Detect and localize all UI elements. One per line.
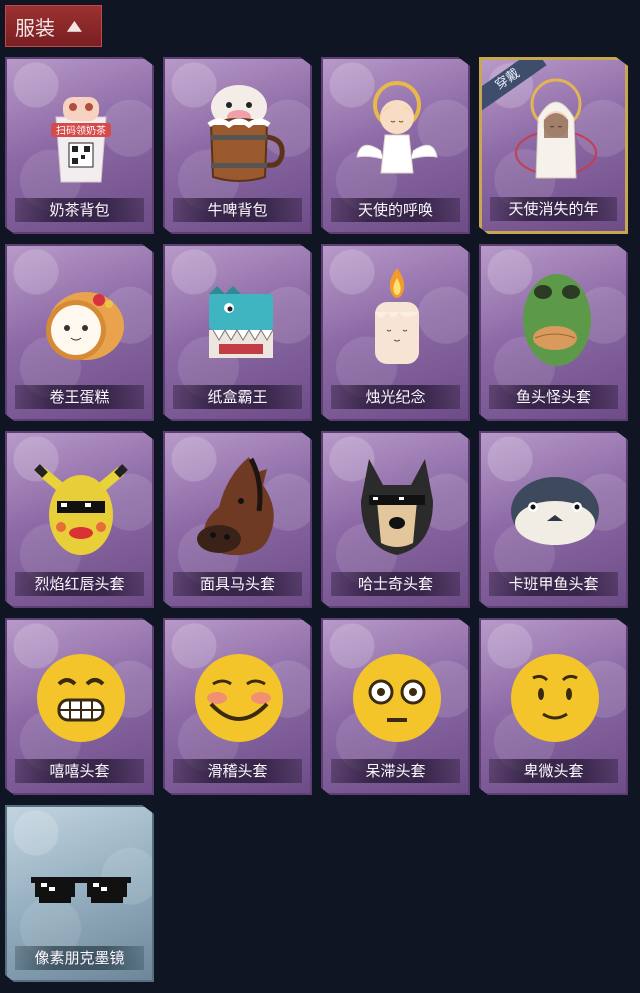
- costume-label: 卡班甲鱼头套: [489, 572, 618, 596]
- costume-card-pixel-sunglasses[interactable]: 像素朋克墨镜: [5, 805, 154, 982]
- costume-label: 嘻嘻头套: [15, 759, 144, 783]
- costume-card-cardboard-dino[interactable]: 纸盒霸王: [163, 244, 312, 421]
- costume-card-dazed[interactable]: 呆滞头套: [321, 618, 470, 795]
- costume-card-angel-vanished-year[interactable]: 穿戴 天使消失的年: [479, 57, 628, 234]
- red-lips-mask-icon: [34, 464, 128, 555]
- costume-label: 哈士奇头套: [331, 572, 460, 596]
- husky-head-mask-icon: [361, 459, 433, 555]
- costume-label: 卑微头套: [489, 759, 618, 783]
- cardboard-dinosaur-icon: [209, 286, 274, 358]
- costume-card-husky-head[interactable]: 哈士奇头套: [321, 431, 470, 608]
- pixel-sunglasses-icon: [31, 877, 131, 903]
- beer-barrel-backpack-icon: [207, 85, 285, 182]
- angel-vanished-year-icon: [515, 78, 597, 179]
- costume-label: 奶茶背包: [15, 198, 144, 222]
- milk-tea-backpack-icon: 扫码领奶茶: [51, 97, 111, 183]
- costume-label: 牛啤背包: [173, 198, 302, 222]
- costume-card-candle[interactable]: 烛光纪念: [321, 244, 470, 421]
- costume-label: 天使消失的年: [490, 197, 617, 221]
- costume-card-roll-cake[interactable]: 卷王蛋糕: [5, 244, 154, 421]
- costume-label: 卷王蛋糕: [15, 385, 144, 409]
- costume-card-fish-head[interactable]: 鱼头怪头套: [479, 244, 628, 421]
- roll-cake-icon: [46, 292, 124, 360]
- costume-card-humble[interactable]: 卑微头套: [479, 618, 628, 795]
- costume-card-angel-call[interactable]: 天使的呼唤: [321, 57, 470, 234]
- chevron-up-icon: ▲: [66, 18, 82, 34]
- costume-card-fish-bun[interactable]: 卡班甲鱼头套: [479, 431, 628, 608]
- costume-card-milk-tea-backpack[interactable]: 扫码领奶茶 奶茶背包: [5, 57, 154, 234]
- costume-card-beer-backpack[interactable]: 牛啤背包: [163, 57, 312, 234]
- fish-head-mask-icon: [523, 274, 591, 366]
- costume-label: 鱼头怪头套: [489, 385, 618, 409]
- costume-card-red-lips[interactable]: 烈焰红唇头套: [5, 431, 154, 608]
- costume-section-header[interactable]: 服装 ▲: [5, 5, 102, 47]
- horse-head-mask-icon: [197, 457, 274, 556]
- costume-label: 滑稽头套: [173, 759, 302, 783]
- costume-label: 纸盒霸王: [173, 385, 302, 409]
- cup-text: 扫码领奶茶: [56, 124, 106, 137]
- grinning-emoji-mask-icon: [37, 654, 125, 742]
- candle-icon: [375, 268, 419, 364]
- costume-label: 像素朋克墨镜: [15, 946, 144, 970]
- costume-label: 呆滞头套: [331, 759, 460, 783]
- costume-card-smirk[interactable]: 滑稽头套: [163, 618, 312, 795]
- smirk-emoji-mask-icon: [195, 654, 283, 742]
- costume-card-horse-head[interactable]: 面具马头套: [163, 431, 312, 608]
- costume-grid: 扫码领奶茶 奶茶背包 牛啤背包 天使的呼唤 穿戴 天使消失的年 卷王蛋糕 纸盒霸…: [5, 57, 628, 982]
- costume-card-grinning[interactable]: 嘻嘻头套: [5, 618, 154, 795]
- costume-label: 面具马头套: [173, 572, 302, 596]
- dazed-emoji-mask-icon: [353, 654, 441, 742]
- fish-bun-mask-icon: [511, 477, 599, 545]
- costume-label: 烛光纪念: [331, 385, 460, 409]
- costume-label: 烈焰红唇头套: [15, 572, 144, 596]
- angel-call-icon: [356, 81, 438, 174]
- costume-label: 天使的呼唤: [331, 198, 460, 222]
- humble-emoji-mask-icon: [511, 654, 599, 742]
- section-title: 服装: [15, 15, 55, 40]
